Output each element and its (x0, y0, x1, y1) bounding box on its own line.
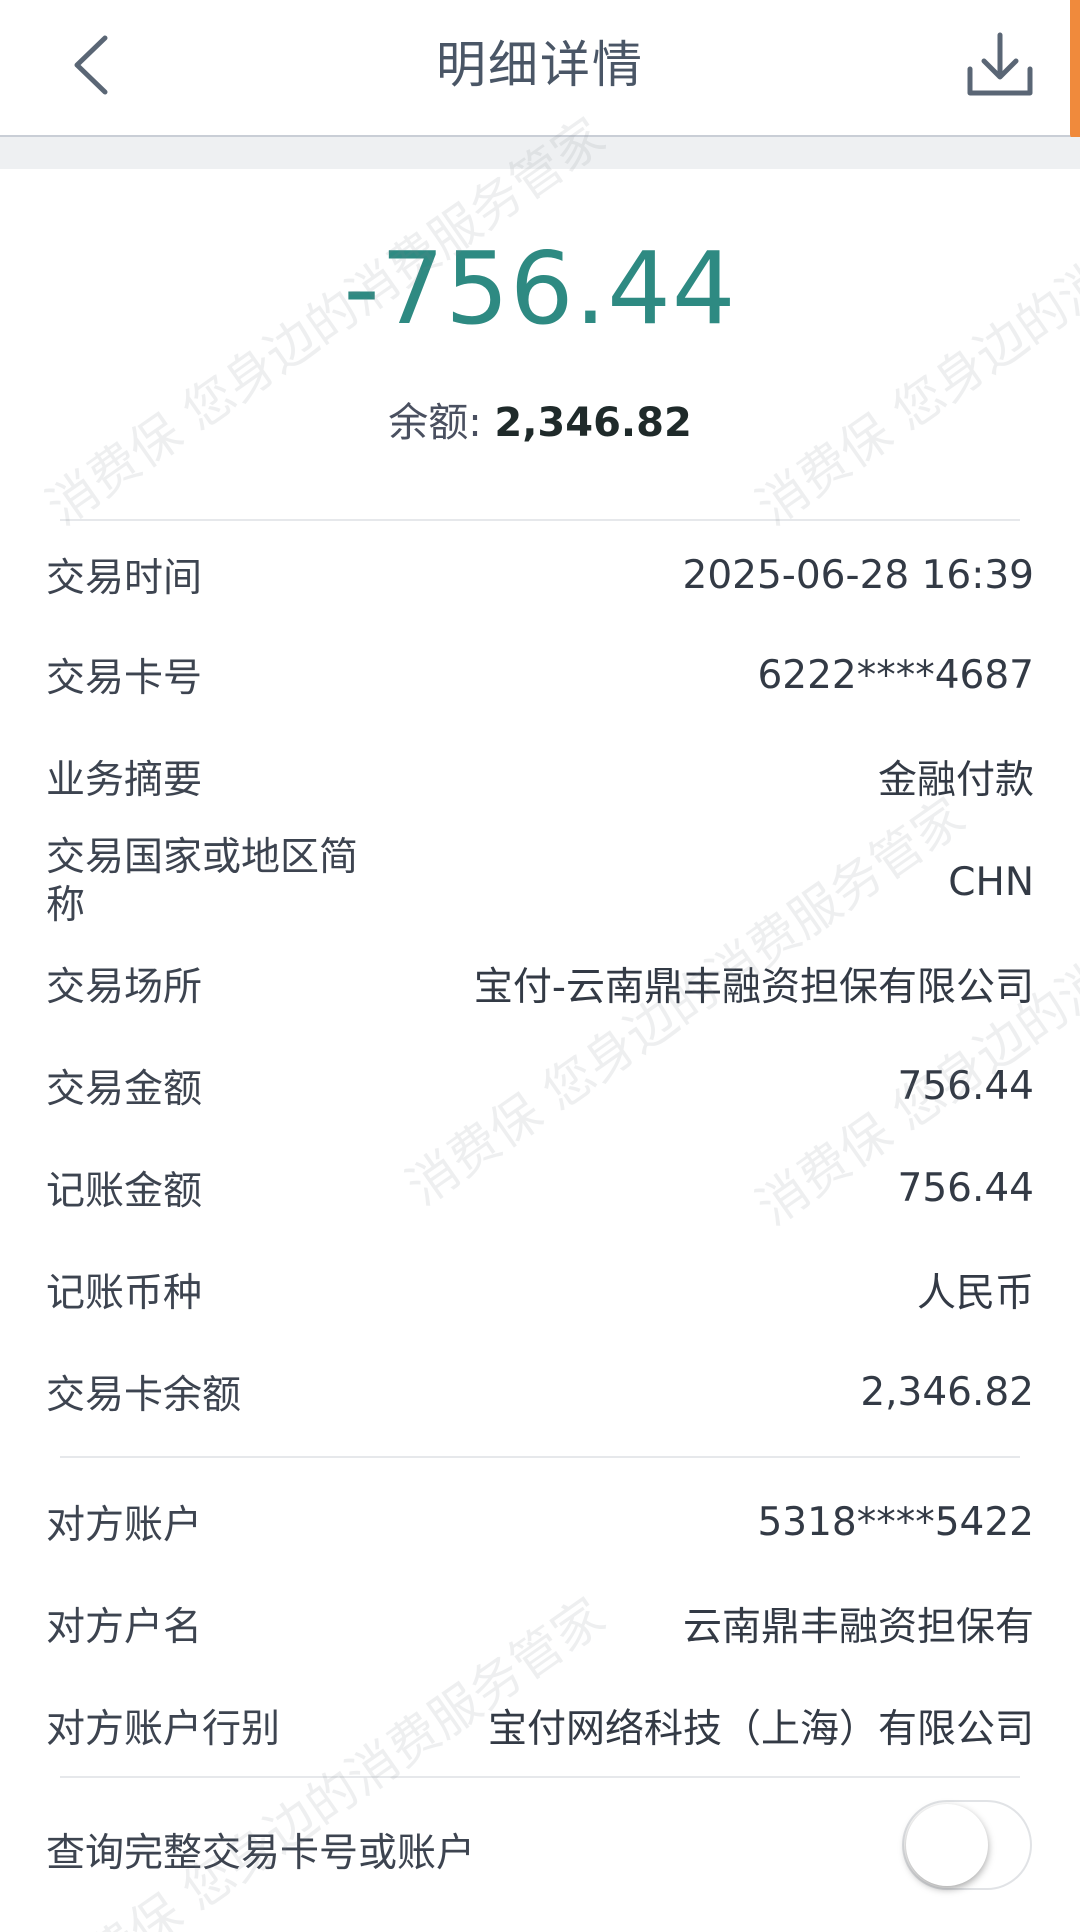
detail-label: 交易卡号 (46, 656, 203, 701)
page-title: 明细详情 (436, 36, 644, 94)
detail-row: 记账币种 人民币 (46, 1260, 1034, 1320)
download-icon (967, 32, 1033, 96)
transaction-amount: -756.44 (343, 230, 737, 347)
detail-row: 业务摘要 金融付款 (46, 747, 1034, 807)
counterparty-row: 对方户名 云南鼎丰融资担保有 (46, 1594, 1034, 1654)
counterparty-value: 宝付网络科技（上海）有限公司 (487, 1707, 1034, 1752)
counterparty-label: 对方账户 (46, 1503, 203, 1548)
scroll-indicator (1070, 0, 1080, 140)
counterparty-row: 对方账户行别 宝付网络科技（上海）有限公司 (46, 1696, 1034, 1756)
query-full-toggle[interactable] (902, 1800, 1032, 1890)
detail-value: 人民币 (916, 1271, 1034, 1316)
balance-label: 余额: (388, 400, 495, 446)
detail-value: 6222****4687 (757, 652, 1034, 698)
detail-value: 756.44 (897, 1165, 1034, 1211)
detail-row: 交易国家或地区简称 CHN (46, 832, 1034, 932)
detail-page: 明细详情 -756.44 余额: 2,346.82 交易时间 2025-06-2… (0, 0, 1080, 1932)
divider (60, 1456, 1020, 1458)
detail-value: CHN (948, 859, 1034, 905)
toggle-knob[interactable] (906, 1804, 988, 1886)
counterparty-label: 对方账户行别 (46, 1707, 281, 1752)
detail-row: 交易金额 756.44 (46, 1056, 1034, 1116)
detail-row: 交易时间 2025-06-28 16:39 (46, 545, 1034, 605)
detail-label: 交易金额 (46, 1067, 203, 1112)
detail-value: 2,346.82 (860, 1369, 1034, 1415)
detail-label: 记账币种 (46, 1271, 203, 1316)
counterparty-row: 对方账户 5318****5422 (46, 1492, 1034, 1552)
detail-value: 宝付-云南鼎丰融资担保有限公司 (473, 965, 1034, 1010)
detail-row: 交易卡余额 2,346.82 (46, 1362, 1034, 1422)
balance-line: 余额: 2,346.82 (0, 390, 1080, 448)
detail-row: 交易场所 宝付-云南鼎丰融资担保有限公司 (46, 954, 1034, 1014)
query-full-row: 查询完整交易卡号或账户 (46, 1820, 806, 1880)
detail-label: 业务摘要 (46, 758, 203, 803)
detail-label: 记账金额 (46, 1169, 203, 1214)
detail-label: 交易国家或地区简称 (46, 835, 359, 928)
query-full-label: 查询完整交易卡号或账户 (46, 1831, 476, 1876)
counterparty-value: 云南鼎丰融资担保有 (682, 1605, 1034, 1650)
balance-value: 2,346.82 (494, 400, 692, 446)
detail-label: 交易场所 (46, 965, 203, 1010)
detail-value: 2025-06-28 16:39 (682, 552, 1034, 598)
detail-value: 金融付款 (877, 758, 1034, 803)
divider (60, 1776, 1020, 1778)
detail-row: 交易卡号 6222****4687 (46, 645, 1034, 705)
detail-value: 756.44 (897, 1063, 1034, 1109)
detail-row: 记账金额 756.44 (46, 1158, 1034, 1218)
header-separator (0, 137, 1080, 169)
divider (60, 519, 1020, 521)
header-bar: 明细详情 (0, 0, 1080, 137)
download-button[interactable] (960, 25, 1040, 105)
detail-label: 交易时间 (46, 556, 203, 601)
detail-label: 交易卡余额 (46, 1373, 242, 1418)
counterparty-label: 对方户名 (46, 1605, 203, 1650)
counterparty-value: 5318****5422 (757, 1499, 1034, 1545)
